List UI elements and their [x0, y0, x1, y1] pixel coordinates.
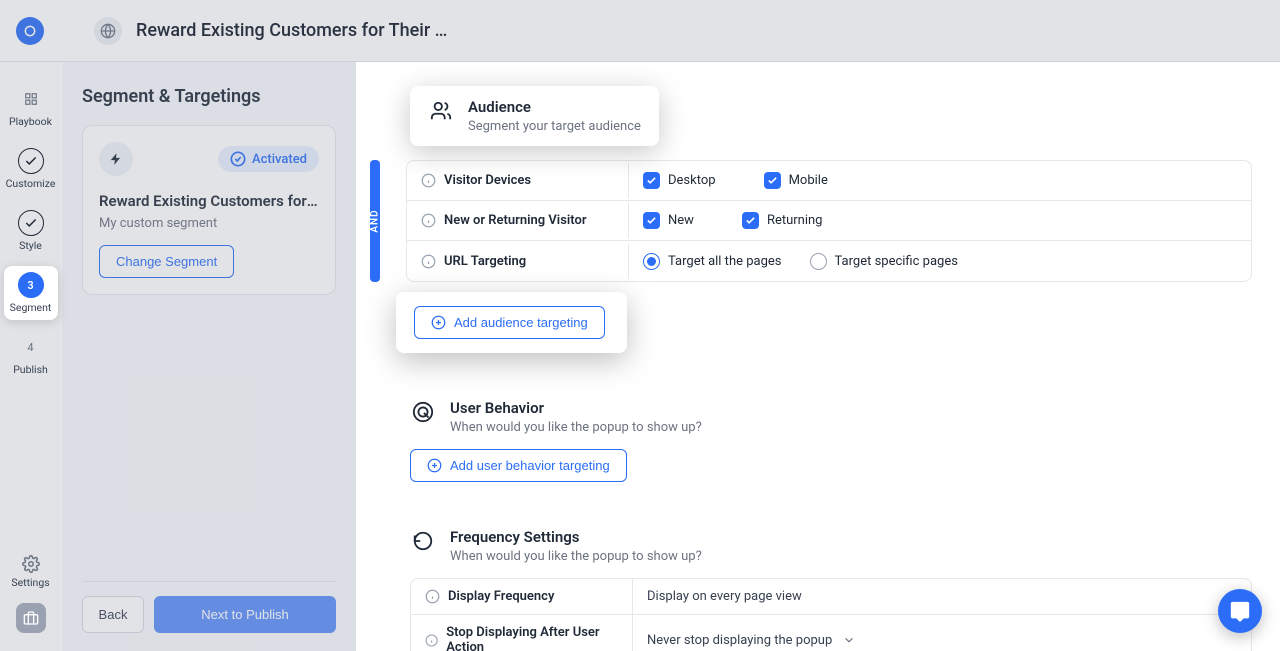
rule-url-targeting: URL Targeting Target all the pages Targe… — [407, 241, 1251, 281]
cursor-icon — [410, 399, 436, 425]
check-circle-icon — [230, 151, 246, 167]
activated-badge: Activated — [218, 146, 319, 172]
segment-desc: My custom segment — [99, 216, 319, 231]
main-content: Audience Segment your target audience AN… — [356, 62, 1280, 651]
audience-rules: AND Visitor Devices Desktop M — [370, 160, 1252, 282]
checkbox-returning[interactable]: Returning — [742, 212, 823, 229]
audience-header: Audience Segment your target audience — [410, 86, 659, 146]
stop-displaying-select[interactable]: Never stop displaying the popup — [633, 615, 1251, 651]
segment-panel: Segment & Targetings Activated Reward Ex… — [62, 62, 356, 651]
briefcase-button[interactable] — [16, 603, 46, 633]
chevron-down-icon — [842, 633, 856, 647]
back-button[interactable]: Back — [82, 596, 144, 633]
rule-display-frequency: Display Frequency Display on every page … — [411, 579, 1251, 615]
rail-settings[interactable]: Settings — [11, 555, 49, 589]
info-icon[interactable] — [425, 633, 438, 648]
audience-icon — [428, 98, 454, 124]
info-icon[interactable] — [421, 173, 436, 188]
rail-step-customize[interactable]: Customize — [4, 142, 58, 196]
chat-fab[interactable] — [1218, 589, 1262, 633]
display-frequency-select[interactable]: Display on every page view — [633, 579, 1251, 614]
rail-step-playbook[interactable]: Playbook — [4, 80, 58, 134]
change-segment-button[interactable]: Change Segment — [99, 245, 234, 278]
add-audience-targeting-button[interactable]: Add audience targeting — [414, 306, 605, 339]
radio-target-specific[interactable]: Target specific pages — [810, 253, 958, 270]
next-to-publish-button[interactable]: Next to Publish — [154, 596, 336, 633]
panel-heading: Segment & Targetings — [82, 86, 336, 107]
radio-target-all[interactable]: Target all the pages — [643, 253, 782, 270]
checkbox-desktop[interactable]: Desktop — [643, 172, 716, 189]
globe-icon[interactable] — [94, 17, 122, 45]
rule-visitor-devices: Visitor Devices Desktop Mobile — [407, 161, 1251, 201]
plus-circle-icon — [431, 315, 446, 330]
page-title: Reward Existing Customers for Their … — [136, 20, 447, 41]
chat-icon — [1229, 600, 1251, 622]
segment-card: Activated Reward Existing Customers for … — [82, 125, 336, 295]
info-icon[interactable] — [421, 254, 436, 269]
frequency-header: Frequency Settings When would you like t… — [410, 528, 1252, 564]
step-rail: Playbook Customize Style 3 Segment 4 Pub… — [0, 62, 62, 651]
gear-icon — [22, 555, 40, 573]
checkbox-mobile[interactable]: Mobile — [764, 172, 828, 189]
info-icon[interactable] — [425, 589, 440, 604]
checkbox-new[interactable]: New — [643, 212, 694, 229]
rule-new-returning: New or Returning Visitor New Returning — [407, 201, 1251, 241]
rail-step-style[interactable]: Style — [4, 204, 58, 258]
rail-step-publish[interactable]: 4 Publish — [4, 328, 58, 382]
segment-name: Reward Existing Customers for Th… — [99, 192, 319, 210]
bolt-icon — [99, 142, 133, 176]
info-icon[interactable] — [421, 213, 436, 228]
topbar: Reward Existing Customers for Their … — [0, 0, 1280, 62]
frequency-rules: Display Frequency Display on every page … — [410, 578, 1252, 651]
history-icon — [410, 528, 436, 554]
app-logo[interactable] — [16, 17, 44, 45]
and-rail: AND — [370, 160, 380, 282]
add-user-behavior-button[interactable]: Add user behavior targeting — [410, 449, 627, 482]
plus-circle-icon — [427, 458, 442, 473]
rail-step-segment[interactable]: 3 Segment — [4, 266, 58, 320]
behavior-header: User Behavior When would you like the po… — [410, 399, 1252, 435]
rule-stop-displaying: Stop Displaying After User Action Never … — [411, 615, 1251, 651]
